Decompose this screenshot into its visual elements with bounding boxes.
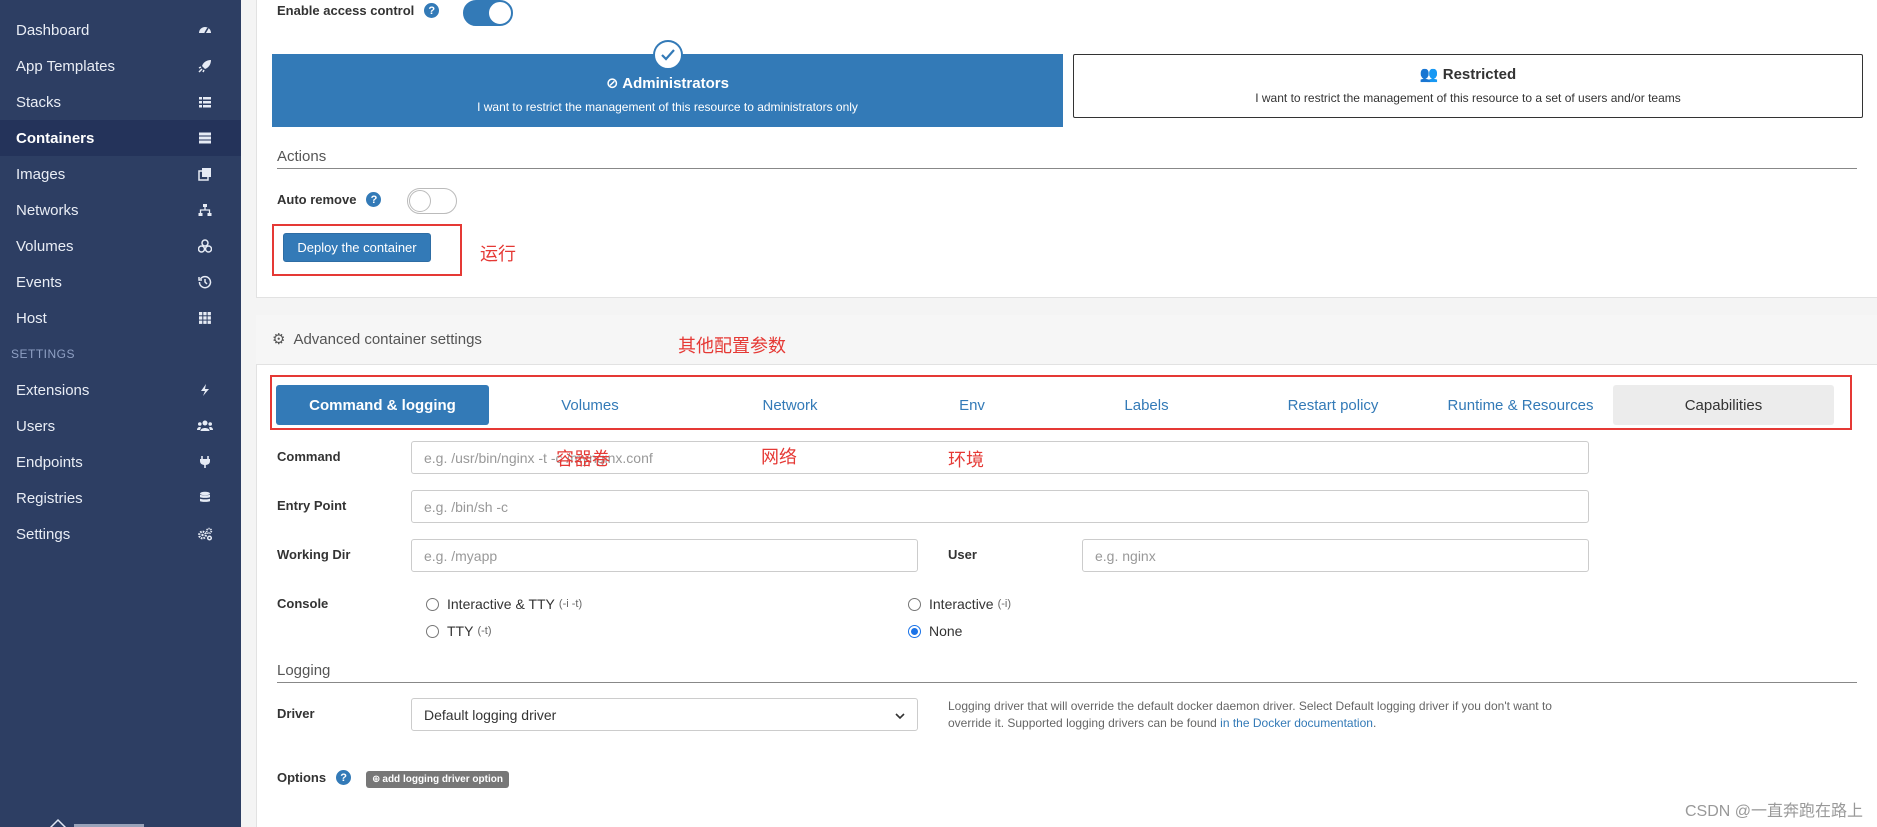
eye-slash-icon: ⊘ [606,75,619,92]
rocket-icon [197,58,213,74]
portainer-logo [48,815,158,827]
sidebar-item-containers[interactable]: Containers [0,120,241,156]
advanced-tabs: Command & logging Volumes Network Env La… [276,385,1846,425]
sidebar: Dashboard App Templates Stacks Container… [0,0,241,827]
add-logging-option-button[interactable]: ⊕ add logging driver option [366,771,509,788]
tab-network[interactable]: Network [691,385,889,425]
help-icon[interactable]: ? [366,192,382,207]
settings-section-label: SETTINGS [11,347,76,361]
tab-env[interactable]: Env [889,385,1055,425]
auto-remove-row: Auto remove ? [277,192,382,207]
user-label: User [948,547,977,562]
server-icon [197,130,213,146]
console-option-none[interactable]: None [908,623,962,639]
dashboard-icon [197,22,213,38]
tab-volumes[interactable]: Volumes [489,385,691,425]
working-dir-input[interactable]: e.g. /myapp [411,539,918,572]
advanced-settings-header [256,315,1877,365]
help-icon[interactable]: ? [336,770,352,785]
driver-label: Driver [277,706,315,721]
tab-capabilities[interactable]: Capabilities [1613,385,1834,425]
tab-runtime-resources[interactable]: Runtime & Resources [1428,385,1613,425]
users-icon: 👥 [1419,66,1439,83]
check-circle-icon [653,40,683,70]
sidebar-item-app-templates[interactable]: App Templates [0,48,241,84]
console-option-interactive-tty[interactable]: Interactive & TTY (-i -t) [426,596,582,612]
tab-command-logging[interactable]: Command & logging [276,385,489,425]
sidebar-item-dashboard[interactable]: Dashboard [0,12,241,48]
annotation-env: 环境 [948,450,984,470]
sidebar-item-stacks[interactable]: Stacks [0,84,241,120]
command-label: Command [277,449,341,464]
sidebar-item-networks[interactable]: Networks [0,192,241,228]
auto-remove-toggle[interactable] [407,188,457,214]
docker-docs-link[interactable]: in the Docker documentation [1220,716,1373,730]
help-icon[interactable]: ? [424,3,440,18]
clone-icon [197,166,213,182]
advanced-settings-title: ⚙ Advanced container settings [272,330,482,349]
entry-point-label: Entry Point [277,498,347,513]
chevron-down-icon [895,707,905,723]
sidebar-item-endpoints[interactable]: Endpoints [0,444,241,480]
annotation-network: 网络 [761,447,797,467]
access-control-toggle[interactable] [463,0,513,26]
deploy-container-button[interactable]: Deploy the container [283,233,431,262]
actions-title: Actions [277,148,327,165]
sitemap-icon [197,202,213,218]
grid-icon [197,310,213,326]
plug-icon [197,454,213,470]
divider [277,168,1857,169]
logging-help-text: Logging driver that will override the de… [948,699,1552,730]
database-icon [197,490,213,506]
plus-circle-icon: ⊕ [372,774,381,785]
annotation-run: 运行 [480,244,516,264]
logging-driver-select[interactable]: Default logging driver [411,698,918,731]
users-icon [197,418,213,434]
sidebar-item-users[interactable]: Users [0,408,241,444]
sidebar-item-host[interactable]: Host [0,300,241,336]
annotation-other-config: 其他配置参数 [678,336,786,356]
entry-point-input[interactable]: e.g. /bin/sh -c [411,490,1589,523]
sidebar-item-volumes[interactable]: Volumes [0,228,241,264]
console-option-interactive[interactable]: Interactive (-i) [908,596,1011,612]
working-dir-label: Working Dir [277,547,351,562]
user-input[interactable]: e.g. nginx [1082,539,1589,572]
options-label: Options [277,770,327,785]
sidebar-item-extensions[interactable]: Extensions [0,372,241,408]
divider [277,682,1857,683]
watermark: CSDN @一直奔跑在路上 [1684,803,1863,820]
logging-title: Logging [277,662,331,679]
cog-icon: ⚙ [272,331,286,348]
cogs-icon [197,526,213,542]
options-row: Options ? [277,770,352,785]
auto-remove-label: Auto remove [277,192,357,207]
console-option-tty[interactable]: TTY (-t) [426,623,492,639]
sidebar-item-registries[interactable]: Registries [0,480,241,516]
sidebar-item-images[interactable]: Images [0,156,241,192]
list-icon [197,94,213,110]
annotation-volumes: 容器卷 [556,449,610,469]
sidebar-item-settings[interactable]: Settings [0,516,241,552]
tab-labels[interactable]: Labels [1055,385,1238,425]
restricted-option[interactable]: 👥 Restricted I want to restrict the mana… [1073,54,1863,118]
history-icon [197,274,213,290]
access-control-row: Enable access control ? [277,3,440,18]
cubes-icon [197,238,213,254]
access-control-label: Enable access control [277,3,415,18]
tab-restart-policy[interactable]: Restart policy [1238,385,1428,425]
sidebar-item-events[interactable]: Events [0,264,241,300]
bolt-icon [197,382,213,398]
console-label: Console [277,596,329,611]
